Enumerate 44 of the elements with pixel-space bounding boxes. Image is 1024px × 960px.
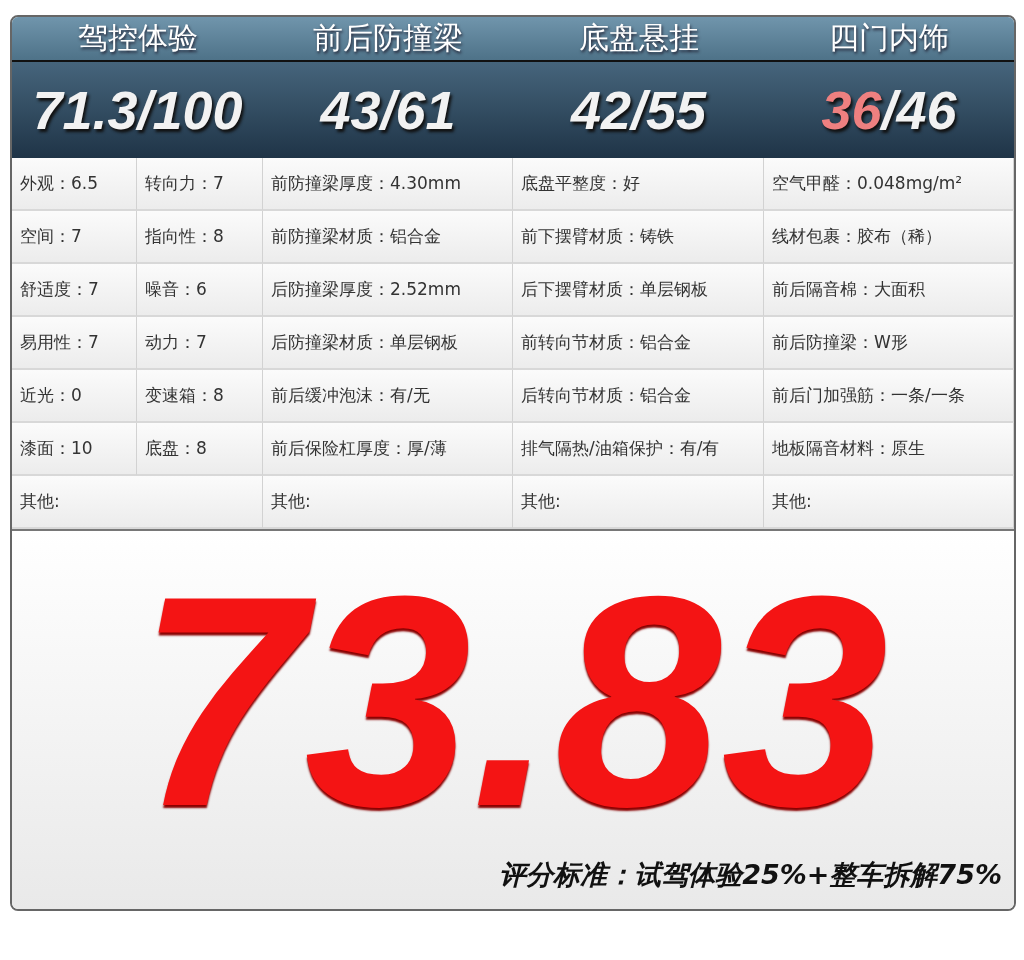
- table-cell: 外观：6.5: [12, 158, 137, 211]
- table-cell: 前后缓冲泡沫：有/无: [263, 370, 513, 423]
- table-cell: 转向力：7: [137, 158, 263, 211]
- section-title: 驾控体验: [77, 19, 198, 57]
- table-cell: 动力：7: [137, 317, 263, 370]
- table-cell: 地板隔音材料：原生: [764, 423, 1014, 476]
- table-cell: 其他:: [764, 476, 1014, 529]
- table-cell: 前后隔音棉：大面积: [764, 264, 1014, 317]
- table-cell: 噪音：6: [137, 264, 263, 317]
- total-score: 73.83: [137, 551, 889, 851]
- table-cell: 前防撞梁材质：铝合金: [263, 211, 513, 264]
- section-title: 四门内饰: [829, 19, 949, 57]
- table-cell: 后防撞梁厚度：2.52mm: [263, 264, 513, 317]
- table-cell: 空间：7: [12, 211, 137, 264]
- scoring-note: 评分标准：试驾体验25%+整车拆解75%: [499, 858, 1002, 892]
- table-cell: 前防撞梁厚度：4.30mm: [263, 158, 513, 211]
- table-cell: 底盘平整度：好: [513, 158, 764, 211]
- table-cell: 舒适度：7: [12, 264, 137, 317]
- table-cell: 漆面：10: [12, 423, 137, 476]
- table-cell: 前后门加强筋：一条/一条: [764, 370, 1014, 423]
- table-cell: 后防撞梁材质：单层钢板: [263, 317, 513, 370]
- table-cell: 前后保险杠厚度：厚/薄: [263, 423, 513, 476]
- section-score: 43/61: [320, 79, 456, 141]
- table-cell: 后转向节材质：铝合金: [513, 370, 764, 423]
- table-cell: 其他:: [513, 476, 764, 529]
- table-cell: 易用性：7: [12, 317, 137, 370]
- table-cell: 排气隔热/油箱保护：有/有: [513, 423, 764, 476]
- section-score: 71.3/100: [32, 79, 243, 141]
- section-score: 36/46: [821, 79, 957, 141]
- table-cell: 空气甲醛：0.048mg/m²: [764, 158, 1014, 211]
- table-cell: 其他:: [263, 476, 513, 529]
- table-cell: 前后防撞梁：W形: [764, 317, 1014, 370]
- section-title: 前后防撞梁: [313, 19, 463, 57]
- table-cell: 底盘：8: [137, 423, 263, 476]
- table-cell: 后下摆臂材质：单层钢板: [513, 264, 764, 317]
- table-cell: 线材包裹：胶布（稀）: [764, 211, 1014, 264]
- table-cell: 近光：0: [12, 370, 137, 423]
- table-cell: 其他:: [12, 476, 263, 529]
- section-title: 底盘悬挂: [578, 19, 699, 57]
- table-cell: 变速箱：8: [137, 370, 263, 423]
- section-score: 42/55: [570, 79, 707, 141]
- table-cell: 指向性：8: [137, 211, 263, 264]
- table-cell: 前下摆臂材质：铸铁: [513, 211, 764, 264]
- table-cell: 前转向节材质：铝合金: [513, 317, 764, 370]
